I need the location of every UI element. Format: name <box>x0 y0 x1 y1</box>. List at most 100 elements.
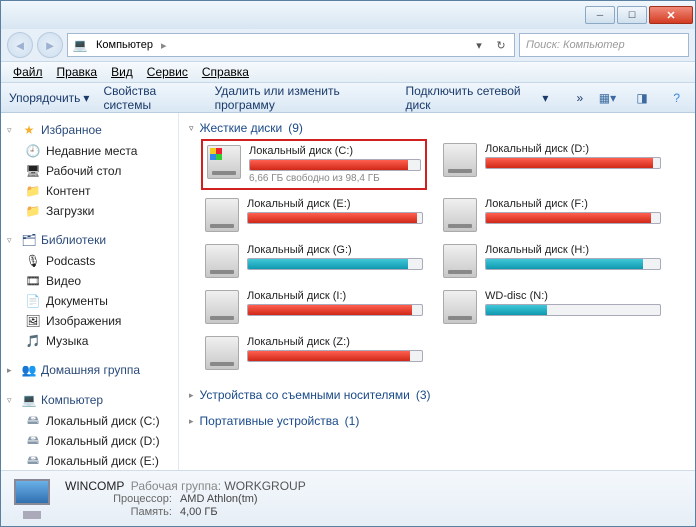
drive-name: Локальный диск (Z:) <box>247 336 423 348</box>
maximize-button[interactable]: ☐ <box>617 6 647 24</box>
sidebar-item-drive-e[interactable]: 🖴Локальный диск (E:) <box>3 451 176 470</box>
drive-usage-bar <box>485 212 661 224</box>
sidebar-item-recent[interactable]: 🕘Недавние места <box>3 141 176 161</box>
folder-icon: 📁 <box>25 183 41 199</box>
ram-label: Память: <box>65 506 172 518</box>
chevron-down-icon: ▾ <box>83 91 89 105</box>
map-network-drive-button[interactable]: Подключить сетевой диск ▾ <box>406 84 549 112</box>
drive-icon: 🖴 <box>25 453 41 469</box>
view-options-icon[interactable]: ▦▾ <box>597 87 618 109</box>
sidebar-item-podcasts[interactable]: 🎙Podcasts <box>3 251 176 271</box>
portable-devices-header[interactable]: ▸ Портативные устройства (1) <box>187 408 687 434</box>
drive-name: Локальный диск (I:) <box>247 290 423 302</box>
menu-view[interactable]: Вид <box>105 63 139 81</box>
drive-icon <box>205 290 239 324</box>
removable-devices-header[interactable]: ▸ Устройства со съемными носителями (3) <box>187 382 687 408</box>
sidebar-item-desktop[interactable]: 🖥Рабочий стол <box>3 161 176 181</box>
system-properties-button[interactable]: Свойства системы <box>103 84 200 112</box>
search-input[interactable]: Поиск: Компьютер <box>519 33 689 57</box>
organize-button[interactable]: Упорядочить ▾ <box>9 91 89 105</box>
minimize-button[interactable]: ─ <box>585 6 615 24</box>
menu-edit[interactable]: Правка <box>51 63 104 81</box>
favorites-header[interactable]: ▿★Избранное <box>3 119 176 141</box>
sidebar-item-downloads[interactable]: 📁Загрузки <box>3 201 176 221</box>
drive-icon <box>443 290 477 324</box>
computer-icon: 💻 <box>21 392 37 408</box>
preview-pane-icon[interactable]: ◨ <box>632 87 653 109</box>
menu-bar: Файл Правка Вид Сервис Справка <box>1 61 695 83</box>
drive-usage-bar <box>247 258 423 270</box>
uninstall-program-button[interactable]: Удалить или изменить программу <box>215 84 392 112</box>
star-icon: ★ <box>21 122 37 138</box>
picture-icon: 🖼 <box>25 313 41 329</box>
drive-item[interactable]: Локальный диск (C:)6,66 ГБ свободно из 9… <box>201 139 427 190</box>
drive-icon <box>207 145 241 179</box>
drive-usage-bar <box>485 157 661 169</box>
address-bar[interactable]: 💻 Компьютер ▸ ▾ ↻ <box>67 33 515 57</box>
drive-item[interactable]: Локальный диск (I:) <box>201 286 427 328</box>
menu-file[interactable]: Файл <box>7 63 49 81</box>
cpu-value: AMD Athlon(tm) <box>180 493 306 505</box>
drive-name: Локальный диск (H:) <box>485 244 661 256</box>
navigation-bar: ◄ ► 💻 Компьютер ▸ ▾ ↻ Поиск: Компьютер <box>1 29 695 61</box>
drive-icon: 🖴 <box>25 433 41 449</box>
homegroup-header[interactable]: ▸👥Домашняя группа <box>3 359 176 381</box>
menu-service[interactable]: Сервис <box>141 63 194 81</box>
drive-item[interactable]: Локальный диск (E:) <box>201 194 427 236</box>
drive-icon <box>443 143 477 177</box>
drive-icon <box>443 198 477 232</box>
computer-name: WINCOMP Рабочая группа: WORKGROUP <box>65 479 306 493</box>
recent-icon: 🕘 <box>25 143 41 159</box>
drive-item[interactable]: Локальный диск (Z:) <box>201 332 427 374</box>
hard-drives-header[interactable]: ▿ Жесткие диски (9) <box>187 117 687 139</box>
sidebar-item-content[interactable]: 📁Контент <box>3 181 176 201</box>
drive-icon <box>205 198 239 232</box>
address-dropdown-icon[interactable]: ▾ <box>470 39 488 52</box>
menu-help[interactable]: Справка <box>196 63 255 81</box>
sidebar-item-drive-c[interactable]: 🖴Локальный диск (C:) <box>3 411 176 431</box>
computer-icon: 💻 <box>72 37 88 53</box>
sidebar-item-documents[interactable]: 📄Документы <box>3 291 176 311</box>
command-bar: Упорядочить ▾ Свойства системы Удалить и… <box>1 83 695 113</box>
sidebar-item-drive-d[interactable]: 🖴Локальный диск (D:) <box>3 431 176 451</box>
refresh-icon[interactable]: ↻ <box>492 39 510 52</box>
forward-button[interactable]: ► <box>37 32 63 58</box>
drive-item[interactable]: Локальный диск (H:) <box>439 240 665 282</box>
drive-item[interactable]: WD-disc (N:) <box>439 286 665 328</box>
chevron-right-icon: ▸ <box>189 390 194 401</box>
titlebar: ─ ☐ ✕ <box>1 1 695 29</box>
drive-usage-bar <box>485 304 661 316</box>
sidebar-item-video[interactable]: 🎞Видео <box>3 271 176 291</box>
drive-free-space: 6,66 ГБ свободно из 98,4 ГБ <box>249 173 421 184</box>
close-button[interactable]: ✕ <box>649 6 693 24</box>
drives-list: Локальный диск (C:)6,66 ГБ свободно из 9… <box>187 139 687 374</box>
sidebar-item-music[interactable]: 🎵Музыка <box>3 331 176 351</box>
chevron-down-icon: ▿ <box>189 123 194 134</box>
drive-item[interactable]: Локальный диск (G:) <box>201 240 427 282</box>
desktop-icon: 🖥 <box>25 163 41 179</box>
cpu-label: Процессор: <box>65 493 172 505</box>
drive-name: Локальный диск (G:) <box>247 244 423 256</box>
help-icon[interactable]: ? <box>666 87 687 109</box>
navigation-pane: ▿★Избранное 🕘Недавние места 🖥Рабочий сто… <box>1 113 179 470</box>
drive-icon <box>205 336 239 370</box>
breadcrumb-location[interactable]: Компьютер <box>92 37 157 53</box>
podcast-icon: 🎙 <box>25 253 41 269</box>
library-icon: 🗂 <box>21 232 37 248</box>
chevron-right-icon: ▸ <box>189 416 194 427</box>
computer-header[interactable]: ▿💻Компьютер <box>3 389 176 411</box>
sidebar-item-pictures[interactable]: 🖼Изображения <box>3 311 176 331</box>
drive-name: Локальный диск (E:) <box>247 198 423 210</box>
drive-item[interactable]: Локальный диск (F:) <box>439 194 665 236</box>
main-content: ▿ Жесткие диски (9) Локальный диск (C:)6… <box>179 113 695 470</box>
drive-icon <box>443 244 477 278</box>
libraries-header[interactable]: ▿🗂Библиотеки <box>3 229 176 251</box>
homegroup-icon: 👥 <box>21 362 37 378</box>
back-button[interactable]: ◄ <box>7 32 33 58</box>
details-pane: WINCOMP Рабочая группа: WORKGROUP Процес… <box>1 470 695 526</box>
drive-item[interactable]: Локальный диск (D:) <box>439 139 665 190</box>
computer-large-icon <box>11 479 53 519</box>
more-button[interactable]: » <box>576 91 583 105</box>
drive-usage-bar <box>247 212 423 224</box>
drive-usage-bar <box>247 350 423 362</box>
